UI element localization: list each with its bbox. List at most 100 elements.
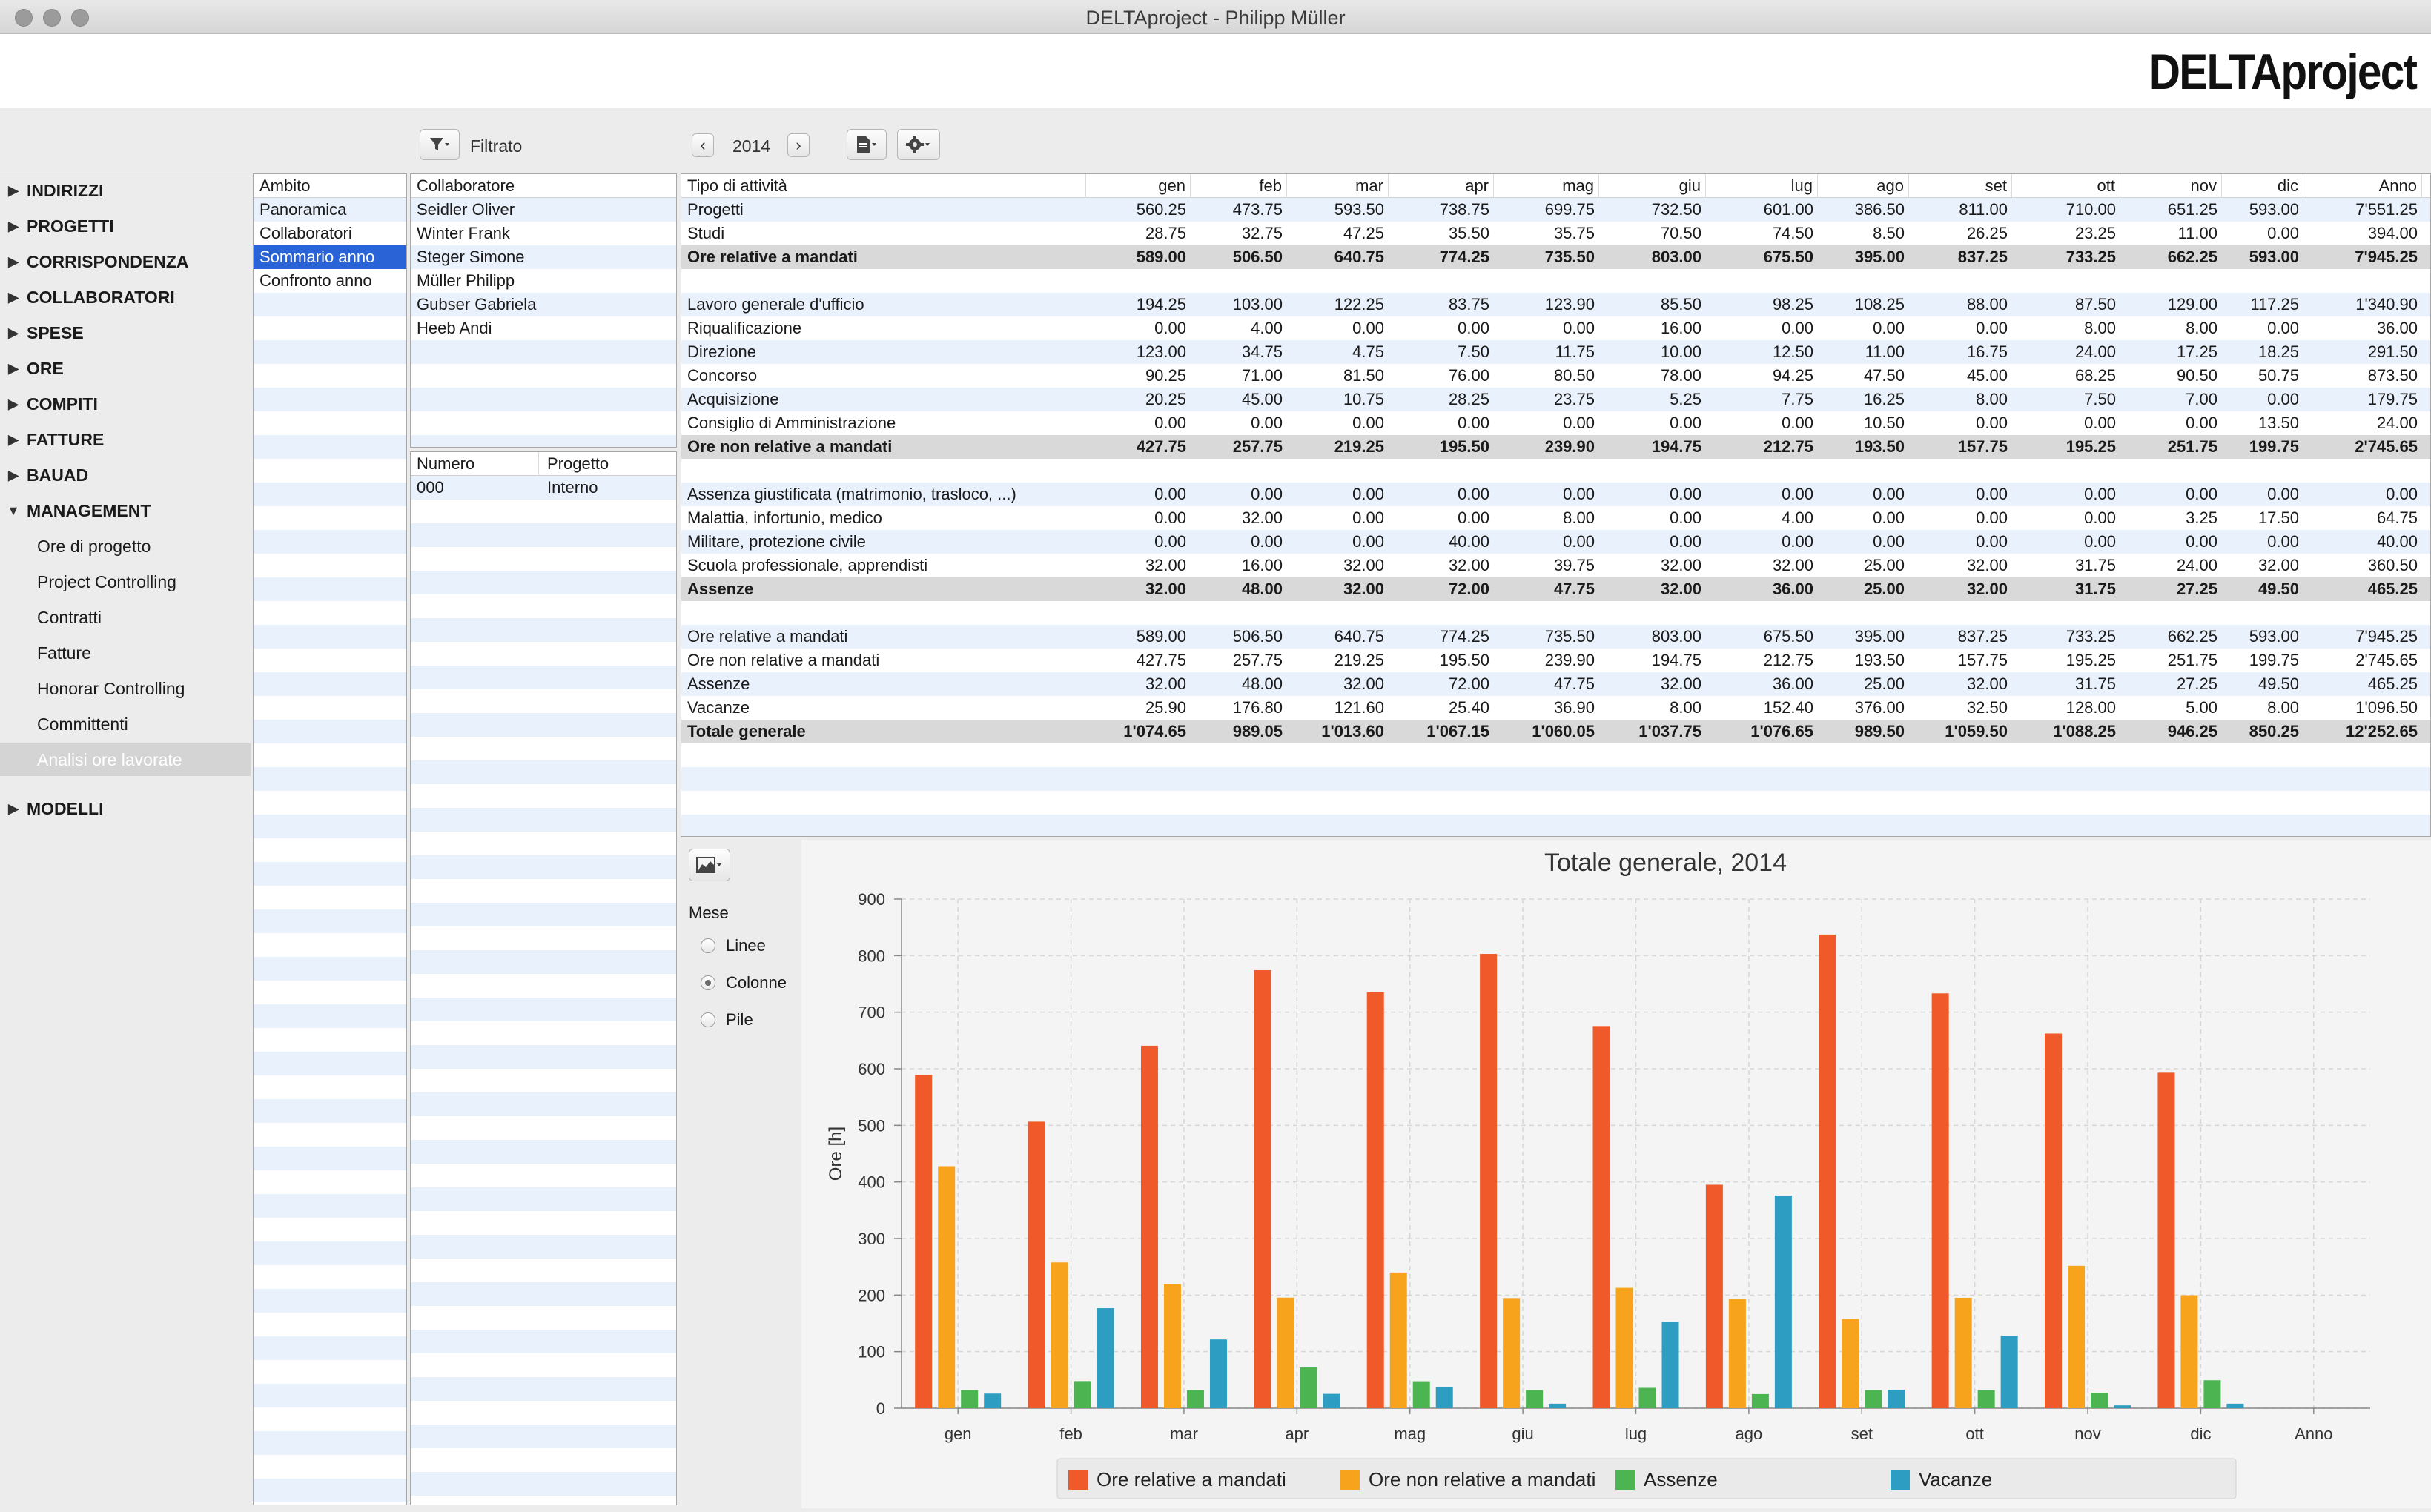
nav-corrispondenza[interactable]: ▶ CORRISPONDENZA [0,245,251,278]
filter-button[interactable] [420,129,460,160]
export-document-button[interactable] [847,129,887,160]
cell-ago: 47.50 [1863,366,1905,385]
nav-indirizzi[interactable]: ▶ INDIRIZZI [0,174,251,207]
progetto-column-header[interactable]: Progetto [547,452,609,475]
nav-sub-fatture[interactable]: Fatture [0,637,251,669]
ambito-item-collaboratori[interactable]: Collaboratori [254,222,406,245]
nav-sub-honorar-controlling[interactable]: Honorar Controlling [0,672,251,705]
table-row[interactable]: Assenza giustificata (matrimonio, traslo… [681,483,2430,506]
ambito-header[interactable]: Ambito [254,174,406,198]
column-header-mar[interactable]: mar [1287,174,1389,198]
table-total-row[interactable]: Totale generale 1'074.65 989.05 1'013.60 1'0… [681,720,2430,743]
collaboratore-row[interactable]: Steger Simone [411,245,676,269]
column-header-apr[interactable]: apr [1389,174,1494,198]
nav-fatture[interactable]: ▶ FATTURE [0,423,251,456]
column-header-mag[interactable]: mag [1494,174,1599,198]
app-header: DELTAproject [0,34,2431,108]
settings-button[interactable] [897,129,940,160]
table-row[interactable]: Direzione 123.00 34.75 4.75 7.50 11.75 10.00 12… [681,340,2430,364]
cell-nov [2120,269,2217,293]
column-header-dic[interactable]: dic [2222,174,2303,198]
cell-dic: 50.75 [2258,366,2299,385]
y-tick-label: 800 [858,946,885,965]
table-row[interactable]: Militare, protezione civile 0.00 0.00 0.00 4… [681,530,2430,554]
column-header-ago[interactable]: ago [1818,174,1909,198]
chart-type-menu-button[interactable] [689,849,730,881]
table-row[interactable]: Assenze 32.00 48.00 32.00 72.00 47.75 32.00 36.… [681,672,2430,696]
nav-spese[interactable]: ▶ SPESE [0,316,251,349]
collaboratore-header[interactable]: Collaboratore [411,174,676,198]
option-colonne[interactable]: Colonne [701,972,787,994]
column-header-set[interactable]: set [1909,174,2012,198]
row-label: Concorso [687,366,758,385]
row-label: Riqualificazione [687,319,802,337]
previous-year-button[interactable]: ‹ [692,133,714,157]
ambito-item-panoramica[interactable]: Panoramica [254,198,406,222]
collaboratore-row[interactable]: Gubser Gabriela [411,293,676,316]
cell-set: 32.00 [1966,556,2008,574]
cell-ott: 0.00 [2084,485,2116,503]
column-header-giu[interactable]: giu [1599,174,1706,198]
nav-progetti[interactable]: ▶ PROGETTI [0,210,251,242]
table-row[interactable]: Studi 28.75 32.75 47.25 35.50 35.75 70.50 74.50… [681,222,2430,245]
nav-modelli[interactable]: ▶ MODELLI [0,792,251,825]
list-stripes [254,174,406,1505]
table-row[interactable]: Ore non relative a mandati 427.75 257.75 21… [681,649,2430,672]
table-row[interactable]: Progetti 560.25 473.75 593.50 738.75 699.75 73… [681,198,2430,222]
cell-lug: 212.75 [1763,437,1813,456]
cell-apr: 72.00 [1448,580,1489,598]
option-linee[interactable]: Linee [701,935,766,957]
numero-column-header[interactable]: Numero [417,452,474,475]
column-header-nov[interactable]: nov [2120,174,2222,198]
cell-apr: 35.50 [1448,224,1489,242]
collaboratore-row[interactable]: Heeb Andi [411,316,676,340]
table-row[interactable]: Scuola professionale, apprendisti 32.00 16… [681,554,2430,577]
cell-nov: 90.50 [2176,366,2217,385]
cell-feb: 32.00 [1241,508,1283,527]
bar-vacanze-mag [1435,1387,1453,1408]
column-header-anno[interactable]: Anno [2303,174,2422,198]
table-row[interactable]: Consiglio di Amministrazione 0.00 0.00 0.00… [681,411,2430,435]
nav-sub-project-controlling[interactable]: Project Controlling [0,566,251,598]
collaboratore-row[interactable]: Winter Frank [411,222,676,245]
cell-anno: 1'096.50 [2355,698,2418,717]
collaboratore-row[interactable]: Seidler Oliver [411,198,676,222]
nav-sub-contratti[interactable]: Contratti [0,601,251,634]
table-row[interactable] [681,269,2430,293]
collaboratore-row[interactable]: Müller Philipp [411,269,676,293]
column-header-lug[interactable]: lug [1706,174,1818,198]
table-row[interactable]: Riqualificazione 0.00 4.00 0.00 0.00 0.00 16.0… [681,316,2430,340]
progetto-row[interactable]: 000 Interno [411,476,676,500]
cell-mar: 219.25 [1334,651,1384,669]
nav-sub-analisi-ore-lavorate[interactable]: Analisi ore lavorate [0,743,251,776]
table-row[interactable] [681,459,2430,483]
table-total-row[interactable]: Ore non relative a mandati 427.75 257.75 21… [681,435,2430,459]
column-header-ott[interactable]: ott [2012,174,2120,198]
nav-bauad[interactable]: ▶ BAUAD [0,459,251,491]
column-header-gen[interactable]: gen [1086,174,1191,198]
table-row[interactable]: Acquisizione 20.25 45.00 10.75 28.25 23.75 5.2… [681,388,2430,411]
table-row[interactable]: Lavoro generale d'ufficio 194.25 103.00 122… [681,293,2430,316]
table-row[interactable]: Ore relative a mandati 589.00 506.50 640.75… [681,625,2430,649]
ambito-item-sommario-anno[interactable]: Sommario anno [254,245,406,269]
nav-ore[interactable]: ▶ ORE [0,352,251,385]
nav-compiti[interactable]: ▶ COMPITI [0,388,251,420]
table-total-row[interactable]: Assenze 32.00 48.00 32.00 72.00 47.75 32.00 36.… [681,577,2430,601]
nav-collaboratori[interactable]: ▶ COLLABORATORI [0,281,251,314]
table-row[interactable]: Concorso 90.25 71.00 81.50 76.00 80.50 78.00 94… [681,364,2430,388]
nav-sub-ore-di-progetto[interactable]: Ore di progetto [0,530,251,563]
next-year-button[interactable]: › [787,133,810,157]
table-row[interactable]: Malattia, infortunio, medico 0.00 32.00 0.0… [681,506,2430,530]
column-header-tipo-attivita[interactable]: Tipo di attività [681,174,1086,198]
table-total-row[interactable]: Ore relative a mandati 589.00 506.50 640.75… [681,245,2430,269]
nav-sub-committenti[interactable]: Committenti [0,708,251,740]
cell-dic: 0.00 [2267,390,2299,408]
option-pile[interactable]: Pile [701,1009,753,1031]
cell-mar: 1'013.60 [1321,722,1384,740]
table-row[interactable]: Vacanze 25.90 176.80 121.60 25.40 36.90 8.00 15… [681,696,2430,720]
cell-mag: 23.75 [1553,390,1595,408]
ambito-item-confronto-anno[interactable]: Confronto anno [254,269,406,293]
nav-management[interactable]: ▼ MANAGEMENT [0,494,251,527]
table-row[interactable] [681,601,2430,625]
column-header-feb[interactable]: feb [1191,174,1287,198]
